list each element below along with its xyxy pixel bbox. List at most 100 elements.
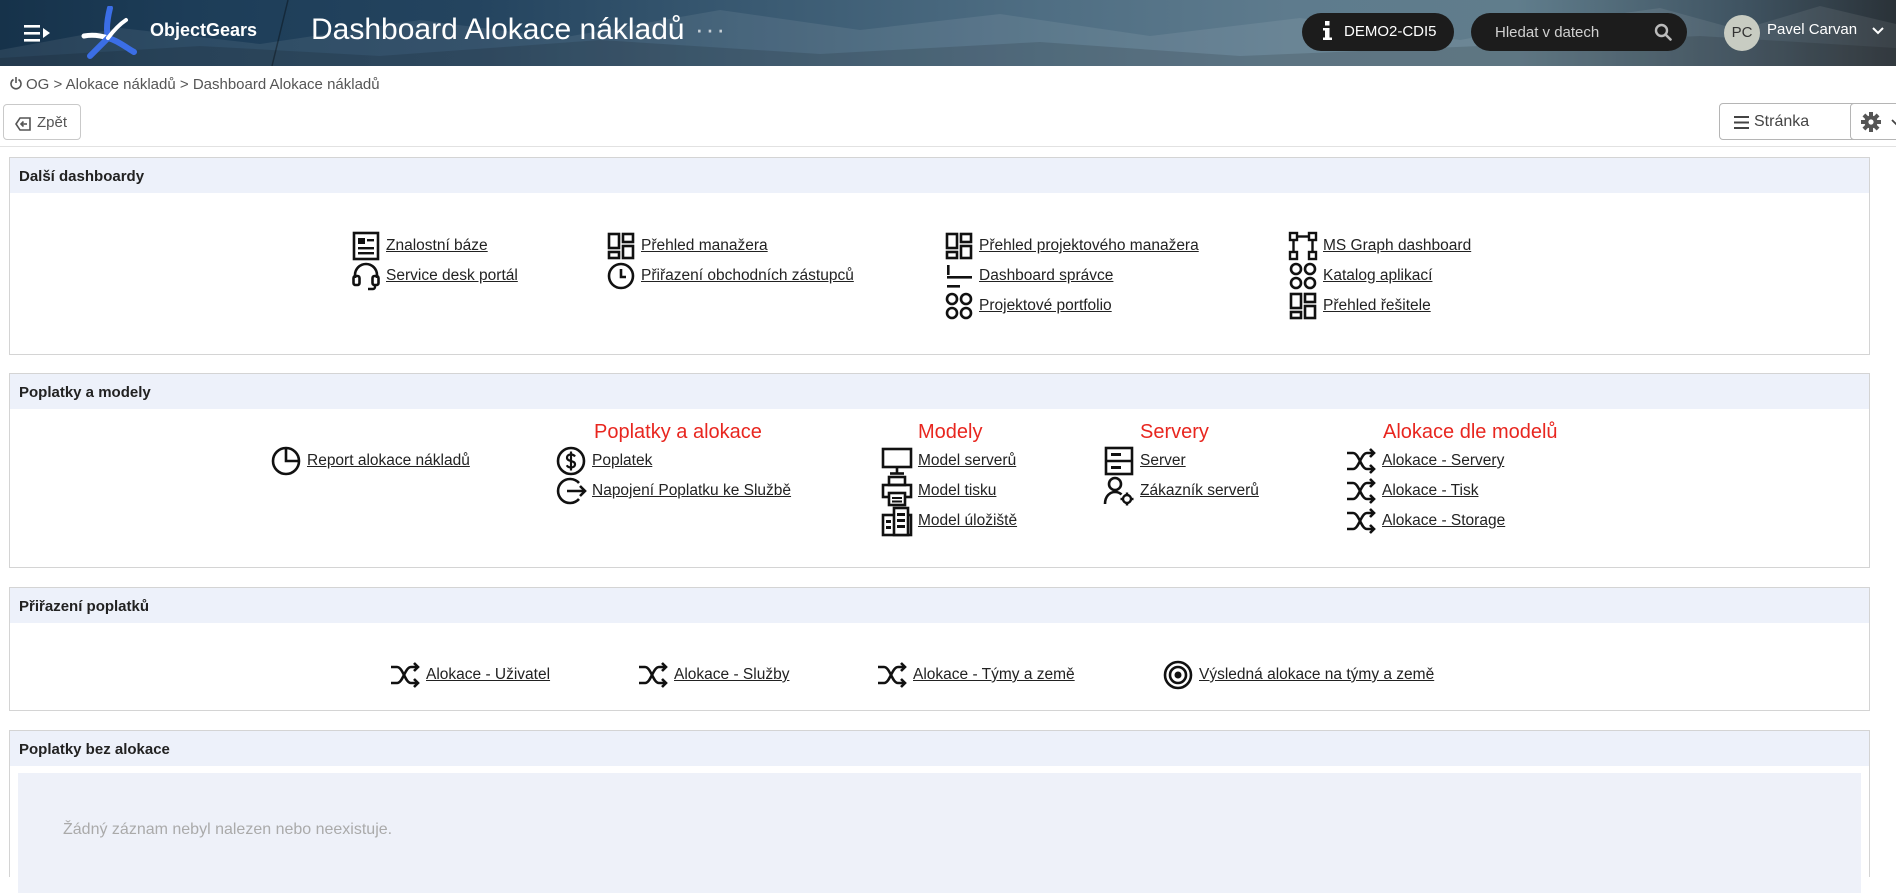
panel-header: Přiřazení poplatků bbox=[10, 588, 1869, 623]
list-lines-icon bbox=[947, 265, 972, 288]
link-poplatek[interactable]: Poplatek bbox=[555, 445, 652, 477]
link-label: Alokace - Uživatel bbox=[426, 666, 551, 683]
link-label: Projektové portfolio bbox=[979, 297, 1112, 314]
link-service-desk-portal[interactable]: Service desk portál bbox=[351, 260, 518, 292]
shuffle-icon bbox=[1347, 508, 1376, 534]
more-options-button[interactable]: ··· bbox=[695, 14, 727, 45]
link-alokace-tymy-a-zeme[interactable]: Alokace - Týmy a země bbox=[876, 659, 1075, 691]
link-alokace-storage[interactable]: Alokace - Storage bbox=[1345, 505, 1505, 537]
environment-button[interactable]: DEMO2-CDI5 bbox=[1302, 13, 1454, 51]
dashboard-icon bbox=[607, 232, 635, 260]
environment-label: DEMO2-CDI5 bbox=[1344, 23, 1437, 40]
chevron-down-icon[interactable] bbox=[1872, 27, 1884, 35]
target-icon bbox=[1163, 660, 1193, 690]
panel-title: Poplatky bez alokace bbox=[19, 741, 170, 758]
user-gear-icon bbox=[1103, 476, 1134, 506]
link-report-alokace-nakladu[interactable]: Report alokace nákladů bbox=[270, 445, 470, 477]
panel-title: Přiřazení poplatků bbox=[19, 598, 150, 615]
link-alokace-tisk[interactable]: Alokace - Tisk bbox=[1345, 475, 1478, 507]
power-icon bbox=[10, 77, 22, 90]
link-label: Katalog aplikací bbox=[1323, 267, 1433, 284]
top-bar: ObjectGears Dashboard Alokace nákladů ··… bbox=[0, 0, 1896, 66]
dashboard-icon bbox=[1289, 292, 1317, 320]
panel-header: Další dashboardy bbox=[10, 158, 1869, 193]
link-label: Server bbox=[1140, 452, 1186, 469]
dollar-icon bbox=[556, 446, 586, 476]
link-label: Přehled projektového manažera bbox=[979, 237, 1199, 254]
back-button-label: Zpět bbox=[37, 114, 68, 131]
user-avatar[interactable]: PC bbox=[1724, 15, 1760, 51]
page-menu-label: Stránka bbox=[1754, 113, 1810, 130]
shuffle-icon bbox=[391, 662, 420, 688]
link-label: Model úložiště bbox=[918, 512, 1018, 529]
link-label: Alokace - Storage bbox=[1382, 512, 1506, 529]
link-katalog-aplikaci[interactable]: Katalog aplikací bbox=[1288, 260, 1432, 292]
link-label: Napojení Poplatku ke Službě bbox=[592, 482, 792, 499]
menu-lines-icon bbox=[1734, 116, 1749, 129]
empty-state-message: Žádný záznam nebyl nalezen nebo neexistu… bbox=[63, 821, 393, 838]
link-ms-graph-dashboard[interactable]: MS Graph dashboard bbox=[1288, 230, 1471, 262]
page-title: Dashboard Alokace nákladů bbox=[311, 13, 685, 46]
link-label: Alokace - Servery bbox=[1382, 452, 1505, 469]
link-label: Model tisku bbox=[918, 482, 997, 499]
breadcrumb-separator: > bbox=[53, 76, 63, 93]
link-label: MS Graph dashboard bbox=[1323, 237, 1472, 254]
link-prirazeni-obchodnich-zastupcu[interactable]: Přiřazení obchodních zástupců bbox=[606, 260, 854, 292]
shuffle-icon bbox=[878, 662, 907, 688]
brand-name[interactable]: ObjectGears bbox=[150, 20, 257, 41]
chevron-down-icon bbox=[1891, 119, 1896, 126]
link-server[interactable]: Server bbox=[1103, 445, 1186, 477]
apps-icon bbox=[1289, 262, 1317, 290]
header-divider bbox=[271, 0, 289, 66]
link-label: Report alokace nákladů bbox=[307, 452, 470, 469]
search-input[interactable] bbox=[1495, 22, 1645, 42]
link-projektove-portfolio[interactable]: Projektové portfolio bbox=[944, 290, 1112, 322]
link-label: Přehled manažera bbox=[641, 237, 768, 254]
link-label: Model serverů bbox=[918, 452, 1017, 469]
shuffle-icon bbox=[1347, 478, 1376, 504]
objectgears-logo-icon[interactable] bbox=[80, 6, 138, 60]
link-znalostni-baze[interactable]: Znalostní báze bbox=[351, 230, 488, 262]
settings-button[interactable] bbox=[1850, 103, 1896, 140]
back-button[interactable]: Zpět bbox=[3, 104, 81, 140]
breadcrumb: OG > Alokace nákladů > Dashboard Alokace… bbox=[10, 76, 380, 93]
link-alokace-servery[interactable]: Alokace - Servery bbox=[1345, 445, 1504, 477]
search-icon[interactable] bbox=[1654, 23, 1672, 41]
panel-prirazeni-poplatku: Přiřazení poplatků Alokace - Uživatel Al… bbox=[9, 587, 1870, 711]
link-napojeni-poplatku-ke-sluzbe[interactable]: Napojení Poplatku ke Službě bbox=[555, 475, 791, 507]
link-model-serveru[interactable]: Model serverů bbox=[881, 445, 1016, 477]
dashboard-icon bbox=[945, 232, 973, 260]
link-label: Znalostní báze bbox=[386, 237, 488, 254]
shuffle-icon bbox=[639, 662, 668, 688]
monitor-icon bbox=[881, 447, 913, 475]
link-dashboard-spravce[interactable]: Dashboard správce bbox=[944, 260, 1113, 292]
group-heading-poplatky-a-alokace: Poplatky a alokace bbox=[594, 421, 762, 443]
shuffle-icon bbox=[1347, 448, 1376, 474]
breadcrumb-og[interactable]: OG bbox=[26, 76, 49, 93]
link-prehled-manazera[interactable]: Přehled manažera bbox=[606, 230, 768, 262]
link-zakaznik-serveru[interactable]: Zákazník serverů bbox=[1103, 475, 1259, 507]
link-label: Poplatek bbox=[592, 452, 653, 469]
group-heading-modely: Modely bbox=[918, 421, 983, 443]
apps-icon bbox=[945, 292, 973, 320]
info-icon bbox=[1323, 21, 1332, 40]
link-prehled-projektoveho-manazera[interactable]: Přehled projektového manažera bbox=[944, 230, 1199, 262]
gear-icon bbox=[1861, 112, 1881, 132]
link-label: Dashboard správce bbox=[979, 267, 1114, 284]
link-alokace-uzivatel[interactable]: Alokace - Uživatel bbox=[389, 659, 550, 691]
link-alokace-sluzby[interactable]: Alokace - Služby bbox=[637, 659, 789, 691]
link-model-tisku[interactable]: Model tisku bbox=[881, 475, 996, 507]
link-label: Výsledná alokace na týmy a země bbox=[1199, 666, 1435, 683]
user-name[interactable]: Pavel Carvan bbox=[1767, 21, 1857, 38]
link-prehled-resitele[interactable]: Přehled řešitele bbox=[1288, 290, 1431, 322]
search-box[interactable] bbox=[1471, 13, 1687, 51]
menu-toggle-icon[interactable] bbox=[24, 20, 54, 46]
link-label: Service desk portál bbox=[386, 267, 518, 284]
breadcrumb-current: Dashboard Alokace nákladů bbox=[192, 76, 380, 93]
breadcrumb-alokace-nakladu[interactable]: Alokace nákladů bbox=[66, 76, 176, 93]
link-vysledna-alokace-na-tymy-a-zeme[interactable]: Výsledná alokace na týmy a země bbox=[1162, 659, 1434, 691]
breadcrumb-separator: > bbox=[179, 76, 189, 93]
link-model-uloziste[interactable]: Model úložiště bbox=[881, 505, 1017, 537]
panel-poplatky-a-modely: Poplatky a modely Poplatky a alokace Mod… bbox=[9, 373, 1870, 568]
panel-header: Poplatky a modely bbox=[10, 374, 1869, 409]
